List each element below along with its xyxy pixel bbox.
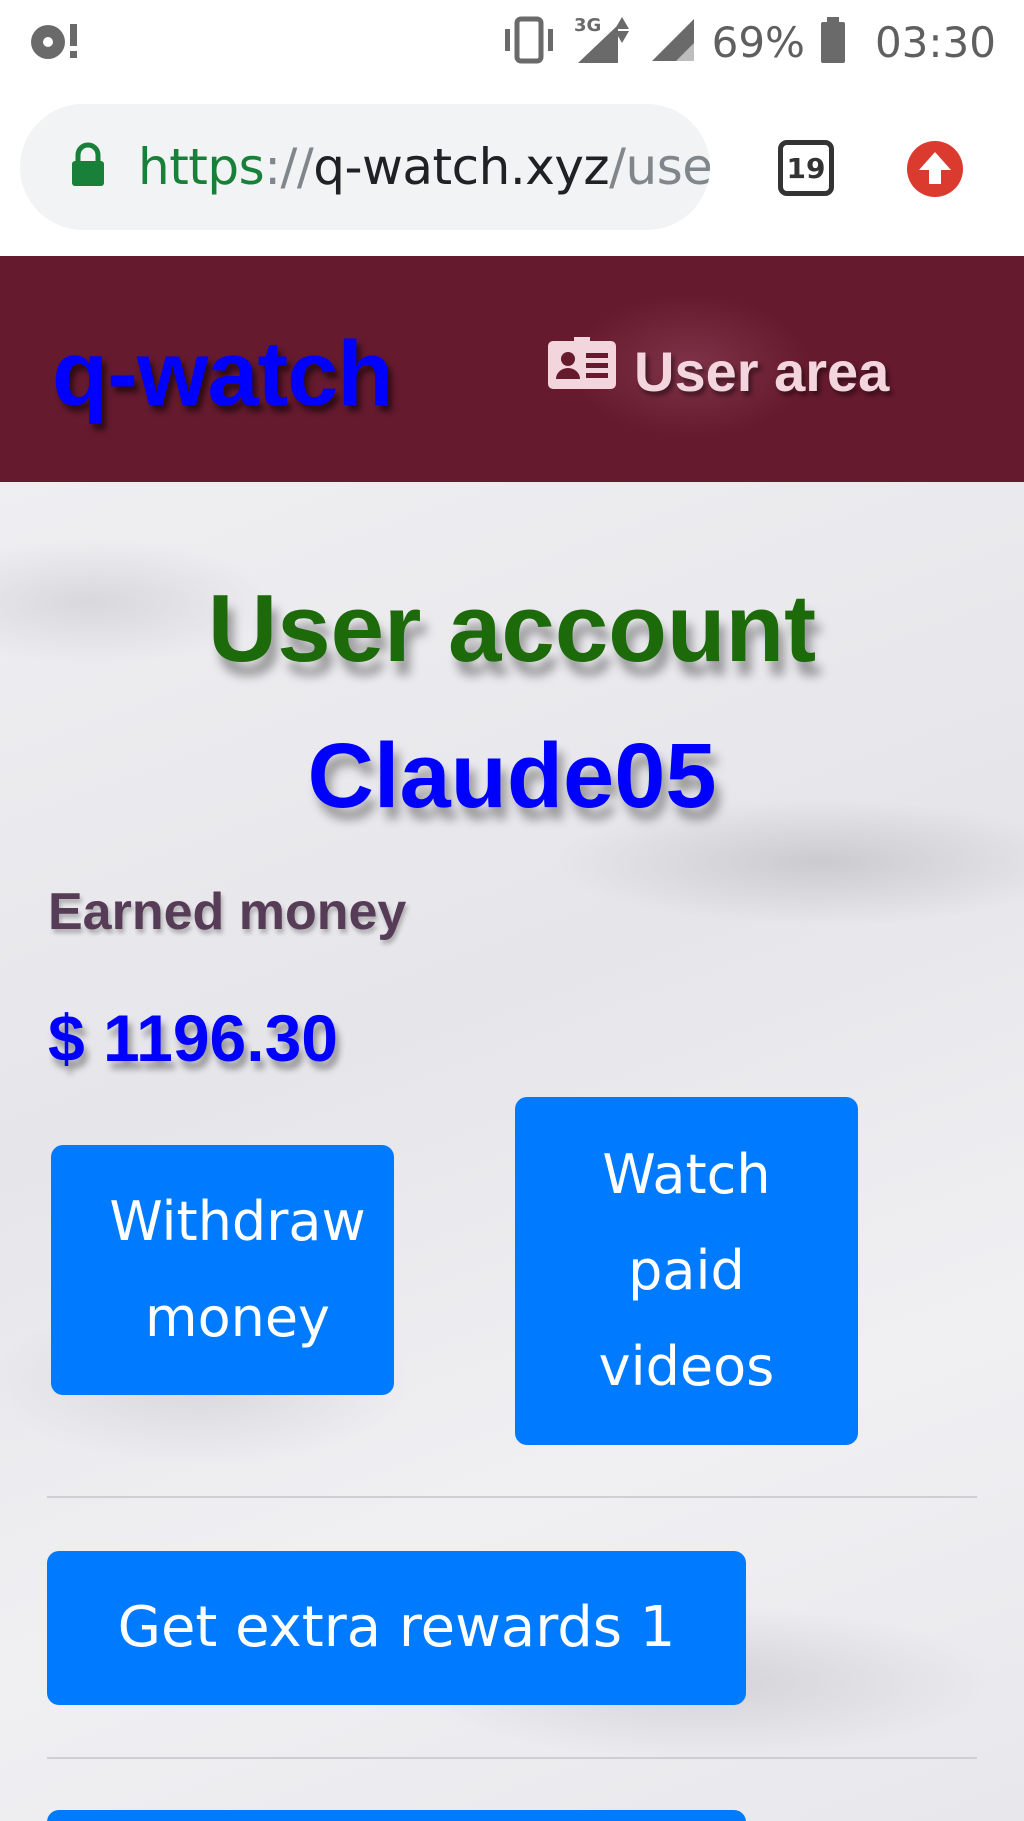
mobile-data-icon: 3G [572, 13, 634, 72]
withdraw-label-line2: money [144, 1286, 331, 1349]
url-host: q-watch.xyz [313, 138, 610, 196]
upload-icon[interactable] [906, 140, 964, 198]
url-text[interactable]: https://q-watch.xyz/user [138, 138, 710, 196]
battery-percent: 69% [711, 17, 805, 67]
account-content: User account Claude05 Earned money $ 119… [0, 482, 1024, 1821]
clock: 03:30 [874, 17, 996, 67]
browser-toolbar: https://q-watch.xyz/user 19 [0, 84, 1024, 256]
tab-switcher-button[interactable]: 19 [778, 140, 834, 196]
lock-icon[interactable] [70, 142, 106, 193]
address-bar[interactable]: https://q-watch.xyz/user [20, 104, 710, 230]
earned-money-label: Earned money [48, 883, 407, 941]
vibrate-icon [500, 15, 558, 70]
divider [47, 1496, 977, 1498]
user-area-label: User area [634, 339, 890, 403]
withdraw-label-line1: Withdraw [109, 1190, 366, 1253]
watch-label-line2: paid [628, 1239, 745, 1302]
id-card-icon [546, 334, 618, 406]
signal-icon [648, 15, 698, 70]
next-button-partial[interactable] [47, 1810, 746, 1821]
withdraw-money-button[interactable]: Withdraw money [51, 1145, 394, 1395]
url-scheme: https [138, 138, 265, 196]
get-extra-rewards-button[interactable]: Get extra rewards 1 [47, 1551, 746, 1705]
earned-money-value: $ 1196.30 [48, 1001, 338, 1075]
status-bar: 3G 69% 03:30 [0, 0, 1024, 84]
tab-count: 19 [786, 151, 826, 185]
username: Claude05 [307, 725, 717, 827]
battery-icon [819, 15, 847, 70]
url-separator: :// [264, 138, 314, 196]
media-notification-icon [28, 18, 86, 67]
divider [47, 1757, 977, 1759]
brand-logo[interactable]: q-watch [52, 322, 394, 427]
extra-rewards-label: Get extra rewards 1 [117, 1595, 676, 1660]
page-title: User account [207, 575, 817, 682]
watch-label-line1: Watch [602, 1143, 771, 1206]
site-header: q-watch User area [0, 256, 1024, 482]
watch-paid-videos-button[interactable]: Watch paid videos [515, 1097, 858, 1445]
url-path: /user [609, 138, 710, 196]
user-area-link[interactable]: User area [546, 334, 890, 406]
network-type-label: 3G [574, 15, 601, 36]
watch-label-line3: videos [598, 1335, 775, 1398]
